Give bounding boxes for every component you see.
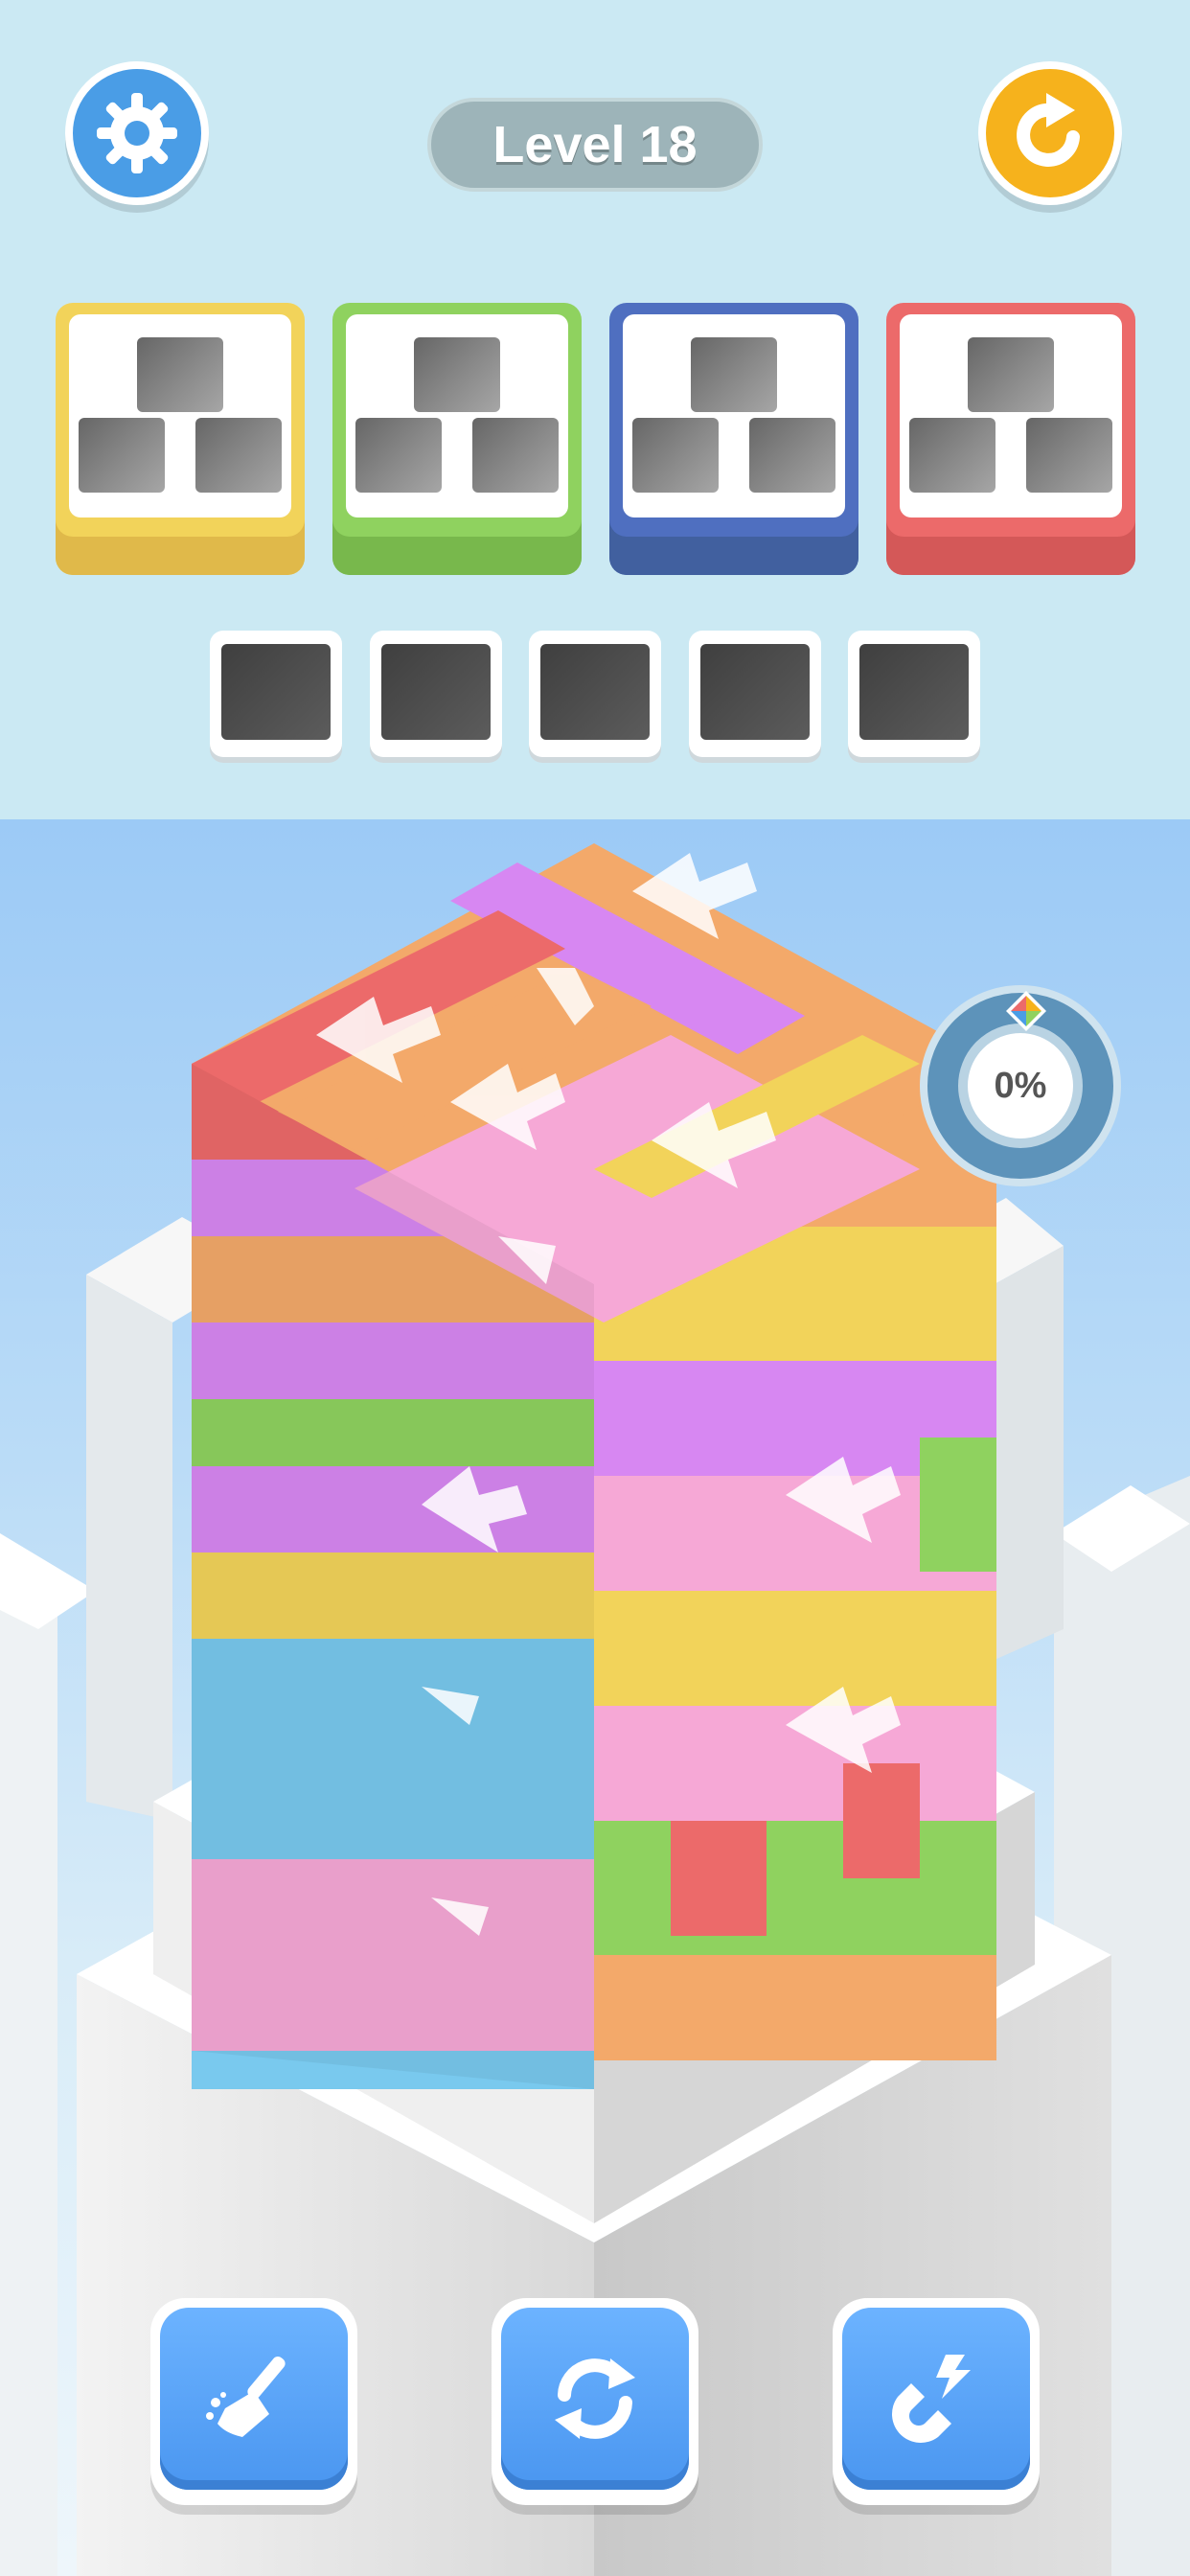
tray-slot xyxy=(529,631,661,757)
tray-slot xyxy=(370,631,502,757)
progress-indicator: 0% xyxy=(920,985,1121,1186)
goal-slot xyxy=(414,337,500,412)
magnet-icon xyxy=(892,2355,971,2443)
magnet-booster-button[interactable] xyxy=(833,2298,1040,2505)
goal-box-blue xyxy=(609,303,858,575)
broom-booster-face xyxy=(160,2308,348,2490)
shuffle-icon xyxy=(555,2358,635,2439)
magnet-booster-face xyxy=(842,2308,1030,2490)
restart-button[interactable] xyxy=(978,61,1122,205)
shuffle-booster-button[interactable] xyxy=(492,2298,698,2505)
tray-cell xyxy=(381,644,491,740)
progress-percent: 0% xyxy=(958,1024,1083,1148)
goal-box-yellow xyxy=(56,303,305,575)
tray-slot xyxy=(210,631,342,757)
goal-box-inner xyxy=(69,314,291,518)
shuffle-booster-face xyxy=(501,2308,689,2490)
goal-box-green xyxy=(332,303,582,575)
color-gem-icon xyxy=(1006,991,1046,1031)
goal-slot xyxy=(195,418,282,493)
goal-slot xyxy=(1026,418,1112,493)
goal-slot xyxy=(968,337,1054,412)
broom-booster-button[interactable] xyxy=(150,2298,357,2505)
goal-slot xyxy=(632,418,719,493)
goal-box-red xyxy=(886,303,1135,575)
tray-slot xyxy=(848,631,980,757)
goal-slot xyxy=(909,418,995,493)
goal-box-inner xyxy=(346,314,568,518)
settings-button[interactable] xyxy=(65,61,209,205)
gear-icon xyxy=(97,93,177,173)
tray-cell xyxy=(540,644,650,740)
goal-slot xyxy=(355,418,442,493)
tray-cell xyxy=(221,644,331,740)
goal-slot xyxy=(137,337,223,412)
tray-slot xyxy=(689,631,821,757)
goal-slot xyxy=(749,418,835,493)
goal-slot xyxy=(472,418,559,493)
tray-cell xyxy=(859,644,969,740)
goal-box-inner xyxy=(623,314,845,518)
goal-slot xyxy=(79,418,165,493)
goal-box-inner xyxy=(900,314,1122,518)
restart-icon xyxy=(1017,93,1080,167)
tray-cell xyxy=(700,644,810,740)
goal-slot xyxy=(691,337,777,412)
broom-icon xyxy=(206,2357,286,2437)
level-label: Level 18 xyxy=(427,98,763,192)
